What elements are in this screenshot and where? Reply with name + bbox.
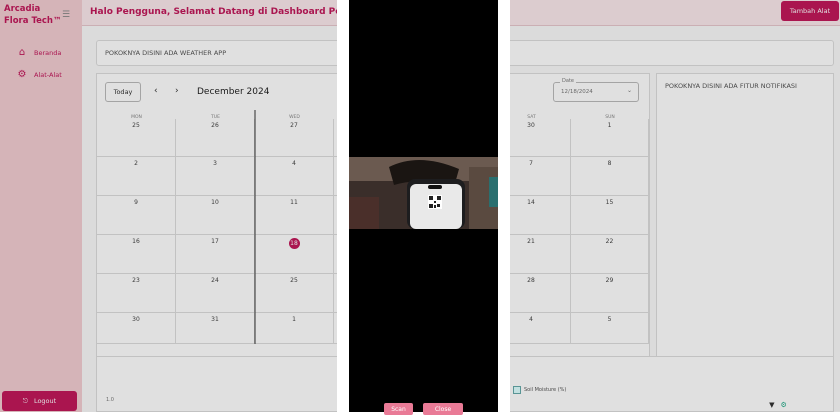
scan-confirm-button[interactable]: Scan bbox=[384, 403, 413, 415]
scan-close-button[interactable]: Close bbox=[423, 403, 463, 415]
dashboard-app: Arcadia Flora Tech™ ☰ ⌂ Beranda ⚙ Alat-A… bbox=[0, 0, 840, 415]
qr-scanner-modal: Scan Close bbox=[337, 0, 510, 415]
camera-feed bbox=[349, 0, 498, 412]
camera-frame-image bbox=[349, 157, 498, 229]
